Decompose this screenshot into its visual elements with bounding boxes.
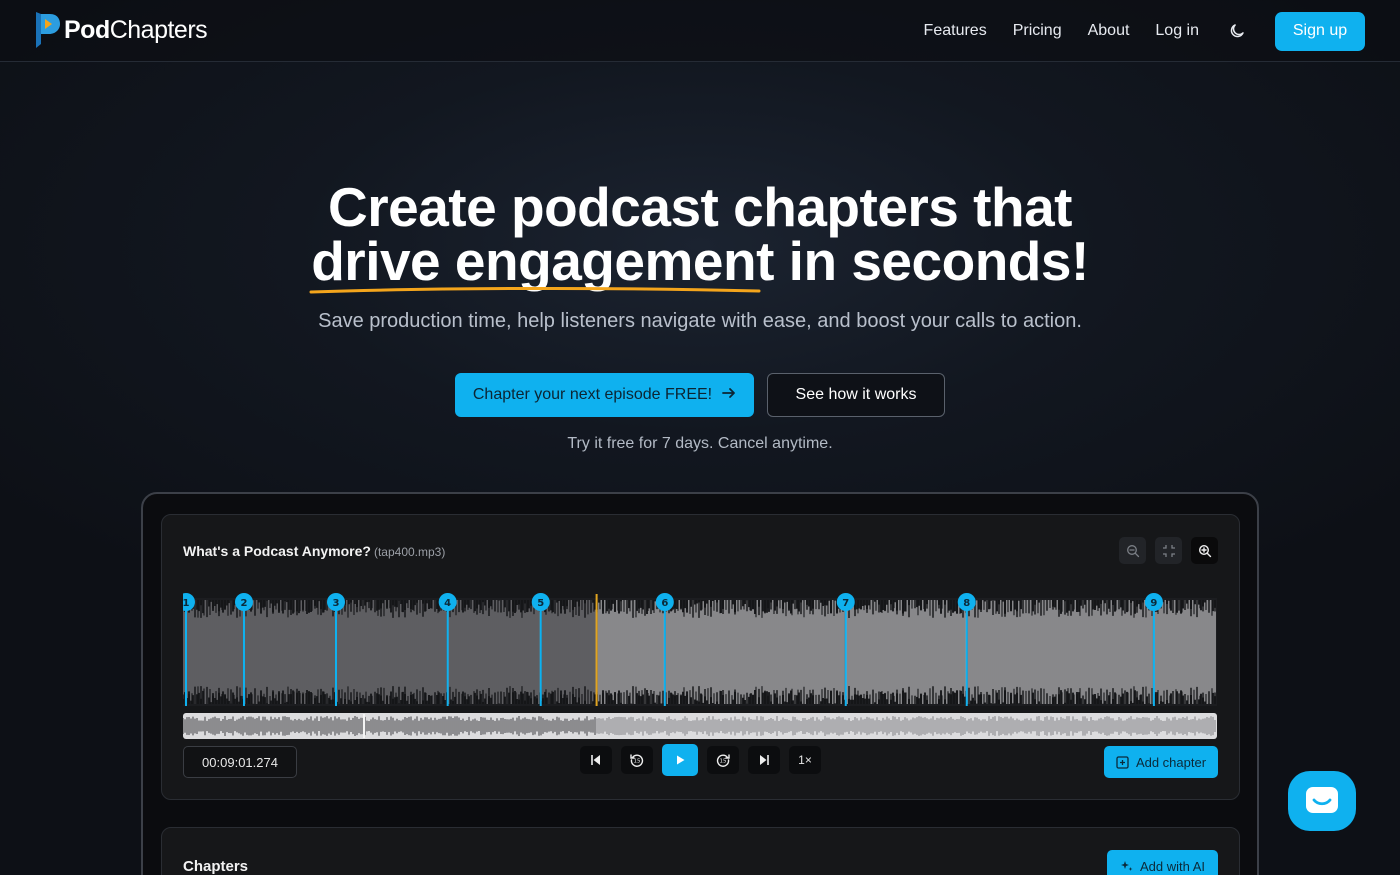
chapter-marker-label: 7 bbox=[842, 598, 849, 609]
chapter-marker-label: 3 bbox=[333, 598, 340, 609]
add-chapter-label: Add chapter bbox=[1135, 754, 1207, 770]
cta-row: Chapter your next episode FREE! See how … bbox=[0, 373, 1400, 417]
svg-text:15: 15 bbox=[720, 759, 727, 765]
chapter-marker-label: 4 bbox=[444, 598, 451, 609]
chapter-marker-label: 9 bbox=[1150, 598, 1157, 609]
hero-subtitle: Save production time, help listeners nav… bbox=[318, 310, 1082, 332]
cta-primary-label: Chapter your next episode FREE! bbox=[472, 386, 713, 403]
logo-text-bold: Pod bbox=[64, 15, 110, 44]
chapters-card: Chapters Add with AI bbox=[161, 827, 1240, 875]
see-how-it-works-button[interactable]: See how it works bbox=[767, 373, 945, 417]
underline-stroke bbox=[309, 286, 761, 294]
playback-speed-button[interactable]: 1× bbox=[789, 746, 821, 774]
chapter-marker-line[interactable] bbox=[185, 600, 187, 706]
logo[interactable]: PodChapters bbox=[34, 10, 208, 50]
zoom-controls bbox=[1110, 537, 1218, 564]
logo-text-regular: Chapters bbox=[109, 15, 208, 44]
hero-title-line1: Create podcast chapters that bbox=[328, 176, 1073, 238]
moon-icon[interactable] bbox=[1227, 21, 1247, 41]
chapter-marker-line[interactable] bbox=[1152, 600, 1155, 706]
chapter-marker-line[interactable] bbox=[334, 600, 337, 706]
chapter-marker-line[interactable] bbox=[242, 600, 245, 706]
chat-widget-button[interactable] bbox=[1288, 771, 1356, 831]
chapter-marker-label: 8 bbox=[963, 598, 970, 609]
nav-link-login[interactable]: Log in bbox=[1155, 22, 1199, 40]
trial-note: Try it free for 7 days. Cancel anytime. bbox=[567, 435, 833, 452]
add-chapter-button[interactable]: Add chapter bbox=[1104, 746, 1218, 778]
episode-title: What's a Podcast Anymore? (tap400.mp3) bbox=[183, 543, 445, 559]
transport-controls: 15 15 1× bbox=[580, 744, 830, 776]
nav-links: Features Pricing About Log in Sign up bbox=[924, 0, 1400, 62]
chapter-marker-line[interactable] bbox=[446, 600, 449, 706]
forward-icon[interactable]: 15 bbox=[707, 746, 739, 774]
waveform-overview[interactable] bbox=[183, 713, 1217, 739]
sparkles-icon bbox=[1120, 859, 1134, 873]
zoom-out-icon[interactable] bbox=[1119, 537, 1146, 564]
add-with-ai-button[interactable]: Add with AI bbox=[1107, 850, 1218, 875]
chapter-marker-label: 6 bbox=[661, 598, 668, 609]
rewind-icon[interactable]: 15 bbox=[621, 746, 653, 774]
arrow-right-icon bbox=[722, 386, 736, 405]
hero-title-highlight-text: drive engagement bbox=[311, 230, 774, 292]
nav-link-pricing[interactable]: Pricing bbox=[1013, 22, 1062, 40]
skip-forward-icon[interactable] bbox=[748, 746, 780, 774]
hero-title-highlight: drive engagement bbox=[309, 234, 774, 294]
hero-title-rest: in seconds! bbox=[773, 230, 1090, 292]
chapter-marker-label: 2 bbox=[240, 598, 247, 609]
episode-file-name: (tap400.mp3) bbox=[373, 545, 446, 559]
chapter-marker-label: 5 bbox=[537, 598, 544, 609]
add-with-ai-label: Add with AI bbox=[1139, 858, 1206, 874]
chapter-marker-line[interactable] bbox=[844, 600, 847, 706]
current-time-display: 00:09:01.274 bbox=[183, 746, 297, 778]
skip-back-icon[interactable] bbox=[580, 746, 612, 774]
hero-title: Create podcast chapters that drive engag… bbox=[0, 180, 1400, 294]
chapter-marker-label: 1 bbox=[183, 598, 190, 609]
nav-link-features[interactable]: Features bbox=[924, 22, 987, 40]
play-icon[interactable] bbox=[662, 744, 698, 776]
top-nav: PodChapters Features Pricing About Log i… bbox=[0, 0, 1400, 62]
cta-primary-button[interactable]: Chapter your next episode FREE! bbox=[455, 373, 754, 417]
playhead[interactable] bbox=[595, 594, 598, 706]
nav-link-about[interactable]: About bbox=[1088, 22, 1130, 40]
waveform[interactable]: 1 2 3 4 5 6 7 8 9 bbox=[183, 592, 1217, 708]
chapter-marker-line[interactable] bbox=[663, 600, 666, 706]
svg-text:15: 15 bbox=[634, 759, 641, 765]
player-card: What's a Podcast Anymore? (tap400.mp3) 1 2… bbox=[161, 514, 1240, 800]
logo-icon bbox=[34, 10, 60, 50]
chapter-marker-line[interactable] bbox=[965, 600, 968, 706]
zoom-in-icon[interactable] bbox=[1191, 537, 1218, 564]
episode-title-text: What's a Podcast Anymore? bbox=[183, 543, 371, 559]
signup-button[interactable]: Sign up bbox=[1275, 11, 1365, 51]
add-chapter-icon bbox=[1116, 755, 1129, 769]
chat-icon bbox=[1306, 787, 1338, 813]
fit-icon[interactable] bbox=[1155, 537, 1182, 564]
chapter-marker-line[interactable] bbox=[539, 600, 542, 706]
chapters-title: Chapters bbox=[183, 858, 249, 875]
